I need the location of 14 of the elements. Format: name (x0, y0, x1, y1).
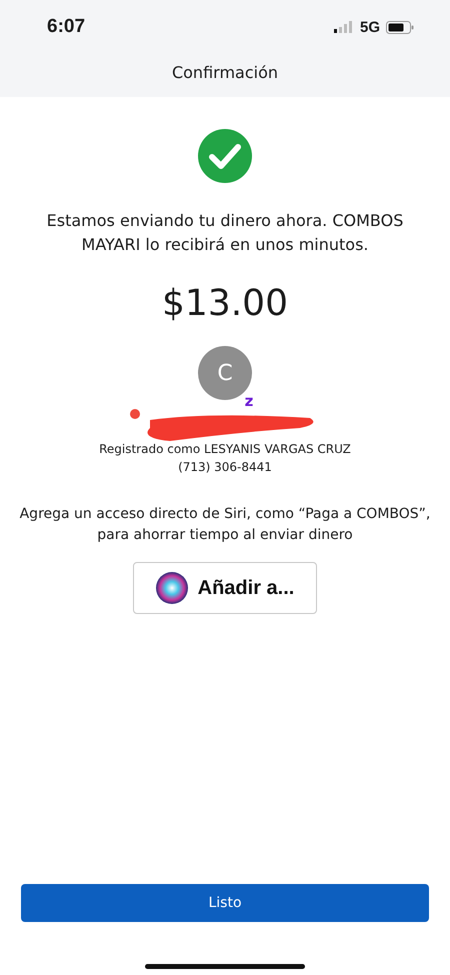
done-button[interactable]: Listo (21, 884, 429, 922)
confirmation-message: Estamos enviando tu dinero ahora. COMBOS MAYARI lo recibirá en unos minutos. (46, 210, 404, 256)
registered-name: Registrado como LESYANIS VARGAS CRUZ (99, 442, 351, 456)
signal-icon (334, 21, 354, 33)
siri-icon (156, 572, 188, 604)
phone-number: (713) 306-8441 (178, 460, 272, 474)
siri-shortcut-text: Agrega un acceso directo de Siri, como “Paga a COMBOS”, para ahorrar tiempo al enviar dinero (18, 505, 432, 545)
amount: $13.00 (162, 283, 288, 324)
status-time: 6:07 (47, 16, 86, 38)
checkmark-icon (198, 129, 252, 183)
screen-title: Confirmación (170, 63, 280, 82)
battery-icon (386, 20, 414, 34)
network-label: 5G (360, 18, 380, 36)
add-to-siri-button[interactable]: Añadir a... (133, 562, 317, 614)
